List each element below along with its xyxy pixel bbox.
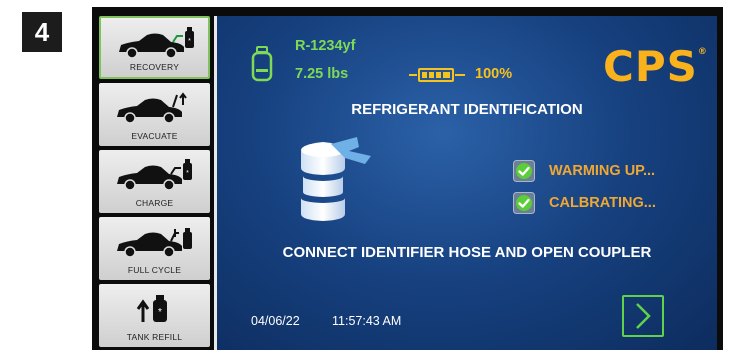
status-warming-up: WARMING UP...: [513, 158, 655, 184]
instruction-text: CONNECT IDENTIFIER HOSE AND OPEN COUPLER: [282, 244, 652, 261]
main-screen: R-1234yf 7.25 lbs 100% CPS® REFRIGERANT …: [214, 16, 717, 350]
car-full-cycle-icon: [117, 228, 192, 258]
sidebar-item-tank-refill[interactable]: * TANK REFILL: [99, 284, 210, 347]
svg-text:*: *: [158, 307, 162, 318]
svg-text:*: *: [186, 170, 189, 177]
refrigerant-weight: 7.25 lbs: [295, 66, 349, 82]
registered-mark: ®: [697, 47, 708, 57]
status-calibrating: CALBRATING...: [513, 190, 656, 216]
sidebar-item-label: TANK REFILL: [126, 332, 183, 342]
step-number-badge: 4: [22, 12, 62, 52]
identifier-device-icon: [301, 137, 371, 221]
sidebar-item-recovery[interactable]: * RECOVERY: [99, 16, 210, 79]
sidebar-item-label: CHARGE: [135, 198, 174, 208]
car-recovery-icon: *: [119, 27, 194, 59]
sidebar-item-full-cycle[interactable]: FULL CYCLE: [99, 217, 210, 280]
car-charge-icon: *: [117, 159, 192, 191]
check-icon: [513, 192, 535, 214]
sidebar: * RECOVERY EVACUATE * CHARGE FULL CYCLE …: [99, 16, 211, 350]
battery-level: 100%: [475, 66, 513, 82]
svg-text:*: *: [188, 38, 191, 45]
time-display: 11:57:43 AM: [332, 314, 402, 328]
sidebar-item-label: RECOVERY: [129, 62, 180, 72]
sidebar-item-label: FULL CYCLE: [127, 265, 182, 275]
status-text: CALBRATING...: [549, 195, 656, 211]
chevron-right-icon: [636, 303, 651, 329]
date-display: 04/06/22: [251, 314, 300, 328]
sidebar-item-evacuate[interactable]: EVACUATE: [99, 83, 210, 146]
brand-logo-text: CPS: [603, 42, 698, 91]
brand-logo: CPS®: [603, 46, 708, 88]
check-icon: [513, 160, 535, 182]
sidebar-item-label: EVACUATE: [131, 131, 178, 141]
sidebar-item-charge[interactable]: * CHARGE: [99, 150, 210, 213]
page-title: REFRIGERANT IDENTIFICATION: [351, 101, 583, 118]
next-button[interactable]: [622, 295, 664, 337]
battery-icon: [409, 68, 465, 82]
refrigerant-type: R-1234yf: [295, 38, 356, 54]
status-text: WARMING UP...: [549, 163, 656, 179]
tank-refill-icon: *: [136, 295, 167, 322]
refrigerant-tank-icon: [251, 46, 273, 82]
car-evacuate-icon: [117, 92, 187, 124]
